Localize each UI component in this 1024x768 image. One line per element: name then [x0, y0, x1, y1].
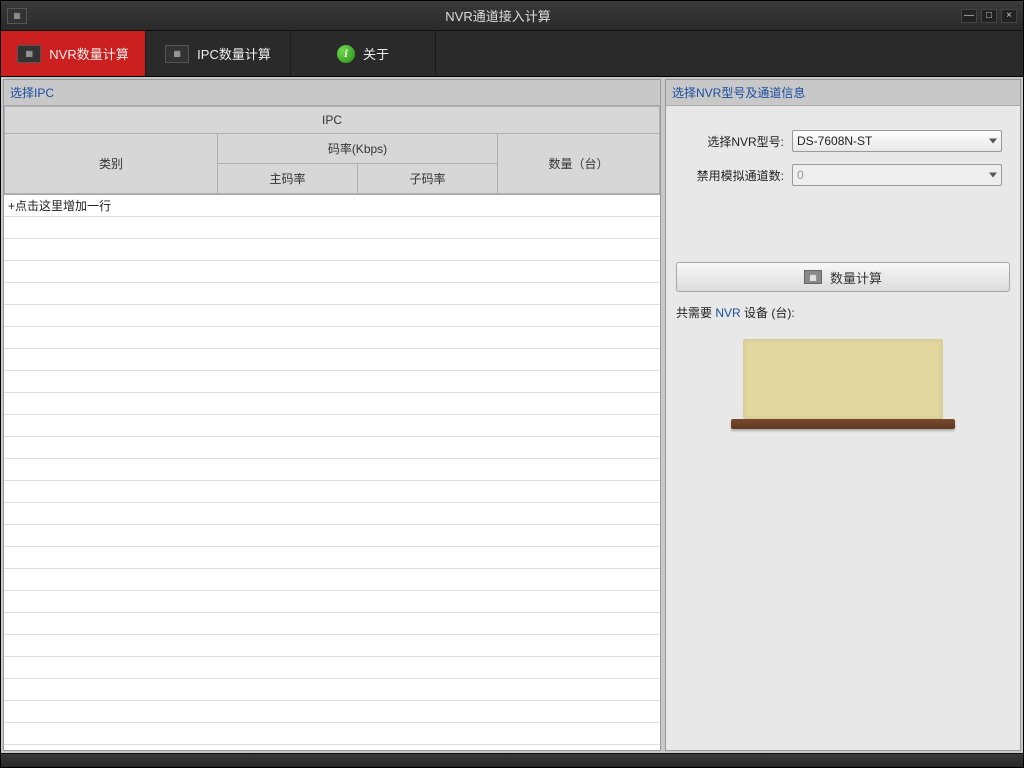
col-bitrate-group: 码率(Kbps): [218, 134, 498, 164]
disable-analog-value: 0: [797, 168, 804, 182]
form-row-disable-analog: 禁用模拟通道数: 0: [684, 164, 1002, 186]
window-title: NVR通道接入计算: [35, 6, 961, 25]
close-button[interactable]: ×: [1001, 9, 1017, 23]
minimize-button[interactable]: —: [961, 9, 977, 23]
chevron-down-icon: [989, 139, 997, 144]
model-value: DS-7608N-ST: [797, 134, 872, 148]
tab-label: 关于: [363, 44, 389, 63]
table-row[interactable]: [4, 701, 660, 723]
table-row[interactable]: [4, 547, 660, 569]
calculate-button-label: 数量计算: [830, 268, 882, 287]
table-row[interactable]: [4, 437, 660, 459]
left-pane-header: 选择IPC: [4, 80, 660, 106]
col-group-ipc: IPC: [5, 107, 660, 134]
table-row[interactable]: [4, 217, 660, 239]
device-board: [743, 339, 943, 419]
table-row[interactable]: [4, 481, 660, 503]
result-prefix: 共需要: [676, 306, 715, 320]
device-illustration: [743, 339, 943, 429]
table-row[interactable]: [4, 283, 660, 305]
table-row[interactable]: [4, 349, 660, 371]
result-link: NVR: [715, 306, 740, 320]
left-pane: 选择IPC IPC 类别 码率(Kbps) 数量（台） 主码率 子码率: [3, 79, 661, 751]
app-icon: ▦: [7, 8, 27, 24]
result-text: 共需要 NVR 设备 (台):: [666, 298, 1020, 327]
add-row-label: +点击这里增加一行: [8, 197, 111, 214]
table-row[interactable]: [4, 613, 660, 635]
window-controls: — □ ×: [961, 9, 1017, 23]
table-row[interactable]: [4, 459, 660, 481]
maximize-button[interactable]: □: [981, 9, 997, 23]
table-row[interactable]: [4, 305, 660, 327]
col-main-stream: 主码率: [218, 164, 358, 194]
calculator-icon: ▦: [17, 45, 41, 63]
content-area: 选择IPC IPC 类别 码率(Kbps) 数量（台） 主码率 子码率: [1, 77, 1023, 753]
table-row[interactable]: [4, 415, 660, 437]
table-row[interactable]: [4, 503, 660, 525]
table-row[interactable]: [4, 327, 660, 349]
table-row[interactable]: [4, 679, 660, 701]
table-row[interactable]: [4, 371, 660, 393]
table-row[interactable]: [4, 723, 660, 745]
model-label: 选择NVR型号:: [684, 133, 784, 150]
tab-about[interactable]: i 关于: [291, 31, 436, 76]
col-quantity: 数量（台）: [498, 134, 660, 194]
form-row-model: 选择NVR型号: DS-7608N-ST: [684, 130, 1002, 152]
right-pane: 选择NVR型号及通道信息 选择NVR型号: DS-7608N-ST 禁用模拟通道…: [665, 79, 1021, 751]
device-base: [731, 419, 955, 429]
titlebar: ▦ NVR通道接入计算 — □ ×: [1, 1, 1023, 31]
result-suffix: 设备 (台):: [744, 306, 795, 320]
add-row-button[interactable]: +点击这里增加一行: [4, 195, 660, 217]
ipc-grid: +点击这里增加一行: [4, 195, 660, 750]
table-row[interactable]: [4, 635, 660, 657]
tab-label: NVR数量计算: [49, 44, 128, 63]
calculator-icon: ▦: [165, 45, 189, 63]
table-row[interactable]: [4, 591, 660, 613]
ipc-table-header: IPC 类别 码率(Kbps) 数量（台） 主码率 子码率: [4, 106, 660, 195]
table-row[interactable]: [4, 393, 660, 415]
table-row[interactable]: [4, 569, 660, 591]
calculator-icon: ▦: [804, 270, 822, 284]
table-row[interactable]: [4, 261, 660, 283]
app-window: ▦ NVR通道接入计算 — □ × ▦ NVR数量计算 ▦ IPC数量计算 i …: [0, 0, 1024, 768]
right-pane-header: 选择NVR型号及通道信息: [666, 80, 1020, 106]
tab-label: IPC数量计算: [197, 44, 271, 63]
col-sub-stream: 子码率: [358, 164, 498, 194]
chevron-down-icon: [989, 173, 997, 178]
info-icon: i: [337, 45, 355, 63]
disable-analog-label: 禁用模拟通道数:: [684, 167, 784, 184]
calculate-button[interactable]: ▦ 数量计算: [676, 262, 1010, 292]
tabbar: ▦ NVR数量计算 ▦ IPC数量计算 i 关于: [1, 31, 1023, 77]
table-row[interactable]: [4, 525, 660, 547]
tab-ipc-count[interactable]: ▦ IPC数量计算: [146, 31, 291, 76]
tab-nvr-count[interactable]: ▦ NVR数量计算: [1, 31, 146, 76]
nvr-form: 选择NVR型号: DS-7608N-ST 禁用模拟通道数: 0: [666, 106, 1020, 216]
col-category: 类别: [5, 134, 218, 194]
model-select[interactable]: DS-7608N-ST: [792, 130, 1002, 152]
statusbar: [1, 753, 1023, 767]
table-row[interactable]: [4, 657, 660, 679]
disable-analog-select: 0: [792, 164, 1002, 186]
table-row[interactable]: [4, 239, 660, 261]
